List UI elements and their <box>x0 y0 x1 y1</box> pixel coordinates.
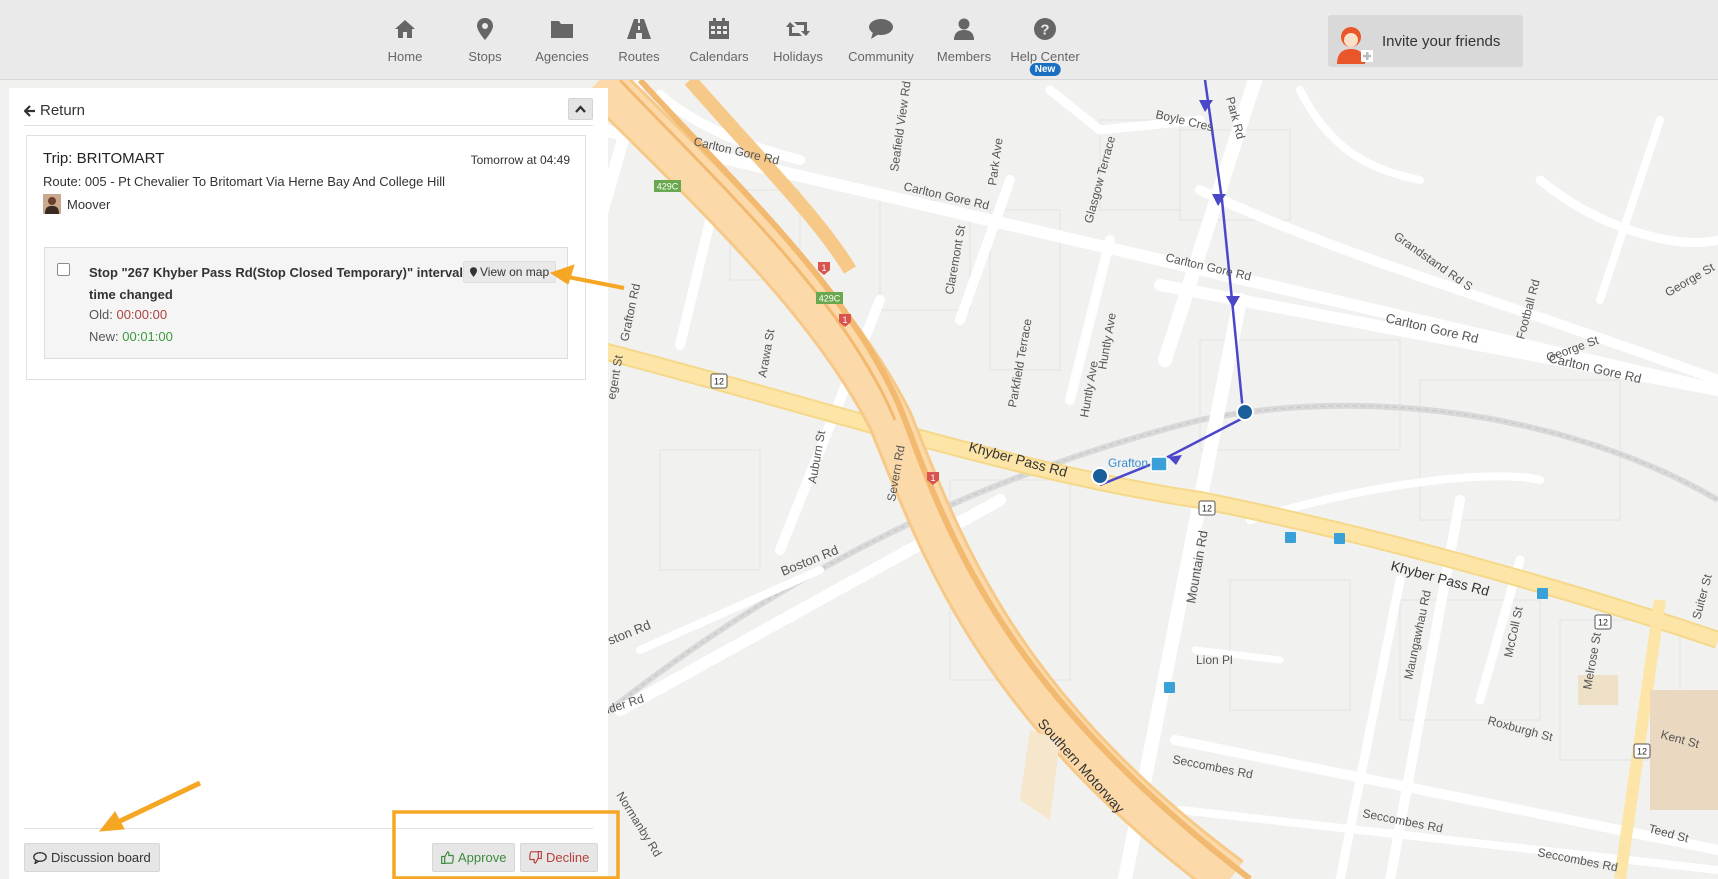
svg-text:12: 12 <box>714 377 724 387</box>
decline-button[interactable]: Decline <box>520 843 599 872</box>
panel-footer: Discussion board Approve Decline <box>24 828 599 879</box>
nav-agencies[interactable]: Agencies <box>532 0 592 80</box>
change-description: Stop "267 Khyber Pass Rd(Stop Closed Tem… <box>89 265 464 302</box>
nav-routes-label: Routes <box>618 49 660 64</box>
thumbs-down-icon <box>529 851 542 864</box>
svg-text:1: 1 <box>842 315 847 325</box>
road-icon <box>627 17 651 41</box>
nav-calendars-label: Calendars <box>689 49 749 64</box>
nav-help-center-label: Help Center <box>1010 49 1080 64</box>
change-item: Stop "267 Khyber Pass Rd(Stop Closed Tem… <box>44 247 568 359</box>
nav-stops-label: Stops <box>468 49 502 64</box>
nav-agencies-label: Agencies <box>535 49 589 64</box>
change-checkbox[interactable] <box>57 263 70 276</box>
trip-route: Route: 005 - Pt Chevalier To Britomart V… <box>43 174 445 189</box>
trip-card: Trip: BRITOMART Tomorrow at 04:49 Route:… <box>26 135 586 380</box>
view-on-map-label: View on map <box>480 265 550 279</box>
author-name: Moover <box>67 196 111 212</box>
arrow-left-icon <box>24 104 36 117</box>
svg-text:?: ? <box>1040 22 1049 39</box>
svg-text:429C: 429C <box>819 294 841 304</box>
map-marker-icon <box>473 17 497 41</box>
new-value-row: New: 00:01:00 <box>89 329 173 344</box>
trip-title: Trip: BRITOMART <box>43 150 165 167</box>
return-link[interactable]: Return <box>24 102 85 119</box>
nav-calendars[interactable]: Calendars <box>688 0 750 80</box>
nav-home[interactable]: Home <box>378 0 432 80</box>
invite-avatar-icon <box>1334 24 1374 64</box>
trip-changes-panel: Return Trip: BRITOMART Tomorrow at 04:49… <box>9 88 608 879</box>
trip-timestamp: Tomorrow at 04:49 <box>470 153 570 167</box>
nav-members[interactable]: Members <box>934 0 994 80</box>
old-value-row: Old: 00:00:00 <box>89 307 167 322</box>
approve-button[interactable]: Approve <box>432 843 516 872</box>
svg-text:1: 1 <box>821 263 826 273</box>
nav-home-label: Home <box>387 49 423 64</box>
svg-text:12: 12 <box>1202 504 1212 514</box>
nav-community-label: Community <box>848 49 914 64</box>
home-icon <box>393 17 417 41</box>
calendar-icon <box>707 17 731 41</box>
svg-text:12: 12 <box>1598 618 1608 628</box>
nav-stops[interactable]: Stops <box>458 0 512 80</box>
approve-label: Approve <box>458 850 507 865</box>
question-circle-icon: ? <box>1033 17 1057 41</box>
user-icon <box>952 17 976 41</box>
nav-help-center[interactable]: ? Help Center New <box>1010 0 1080 80</box>
svg-text:12: 12 <box>1637 747 1647 757</box>
invite-friends-label: Invite your friends <box>1382 33 1501 50</box>
chevron-up-icon <box>575 105 586 113</box>
decline-label: Decline <box>546 850 590 865</box>
nav-members-label: Members <box>936 49 992 64</box>
svg-text:429C: 429C <box>657 182 679 192</box>
old-value-label: Old: <box>89 307 113 322</box>
nav-holidays[interactable]: Holidays <box>770 0 826 80</box>
top-navbar: Home Stops Agencies Routes Calendars Hol… <box>0 0 1718 80</box>
folder-icon <box>550 17 574 41</box>
map-marker-icon <box>470 267 477 277</box>
thumbs-up-icon <box>441 851 454 864</box>
speech-bubble-icon <box>869 17 893 41</box>
svg-text:Lion Pl: Lion Pl <box>1196 653 1233 667</box>
invite-friends-button[interactable]: Invite your friends <box>1328 15 1523 67</box>
avatar <box>43 194 61 214</box>
old-value: 00:00:00 <box>116 307 168 322</box>
discussion-board-button[interactable]: Discussion board <box>24 843 160 872</box>
return-label: Return <box>40 102 86 119</box>
nav-routes[interactable]: Routes <box>612 0 666 80</box>
new-badge: New <box>1029 63 1061 76</box>
comment-icon <box>33 851 47 864</box>
svg-text:1: 1 <box>930 473 935 483</box>
discussion-board-label: Discussion board <box>51 850 151 865</box>
new-value-label: New: <box>89 329 119 344</box>
collapse-button[interactable] <box>568 98 593 120</box>
main-nav: Home Stops Agencies Routes Calendars Hol… <box>378 0 1080 80</box>
svg-text:Grafton: Grafton <box>1108 456 1148 470</box>
view-on-map-button[interactable]: View on map <box>463 261 557 283</box>
nav-holidays-label: Holidays <box>773 49 823 64</box>
new-value: 00:01:00 <box>122 329 173 344</box>
nav-community[interactable]: Community <box>846 0 916 80</box>
trip-author: Moover <box>43 194 110 214</box>
panel-header: Return <box>24 88 593 126</box>
retweet-icon <box>786 17 810 41</box>
